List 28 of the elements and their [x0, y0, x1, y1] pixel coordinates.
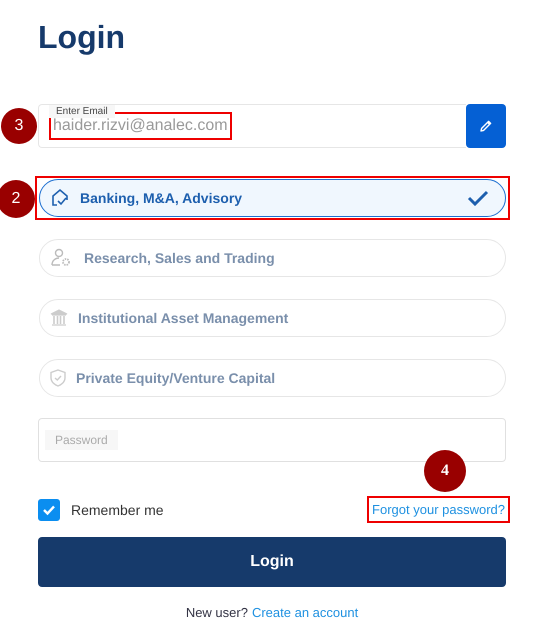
- check-icon: [42, 504, 56, 516]
- email-field[interactable]: Enter Email haider.rizvi@analec.com: [38, 104, 466, 148]
- signup-prompt: New user?: [186, 605, 248, 620]
- callout-marker: 2: [0, 180, 35, 218]
- pencil-icon: [479, 119, 493, 133]
- role-label: Banking, M&A, Advisory: [80, 190, 242, 206]
- email-label: Enter Email: [49, 105, 115, 118]
- bank-icon: [50, 309, 68, 327]
- role-label: Private Equity/Venture Capital: [76, 370, 276, 386]
- role-option[interactable]: Institutional Asset Management: [39, 299, 506, 337]
- create-account-link[interactable]: Create an account: [252, 605, 358, 620]
- login-button[interactable]: Login: [38, 537, 506, 587]
- house-icon: [50, 188, 70, 208]
- edit-button[interactable]: [466, 104, 506, 148]
- callout-marker: 4: [424, 450, 466, 492]
- callout-marker: 3: [1, 108, 37, 144]
- shield-icon: [50, 369, 66, 387]
- role-label: Institutional Asset Management: [78, 310, 288, 326]
- role-option[interactable]: Private Equity/Venture Capital: [39, 359, 506, 397]
- remember-checkbox[interactable]: [38, 498, 60, 520]
- role-label: Research, Sales and Trading: [84, 250, 275, 266]
- role-option[interactable]: Banking, M&A, Advisory: [39, 179, 506, 217]
- forgot-password-link[interactable]: Forgot your password?: [367, 496, 510, 523]
- check-icon: [467, 190, 489, 206]
- remember-label: Remember me: [71, 502, 164, 518]
- page-title: Login: [38, 18, 126, 57]
- password-placeholder: Password: [45, 430, 118, 450]
- role-option[interactable]: Research, Sales and Trading: [39, 239, 506, 277]
